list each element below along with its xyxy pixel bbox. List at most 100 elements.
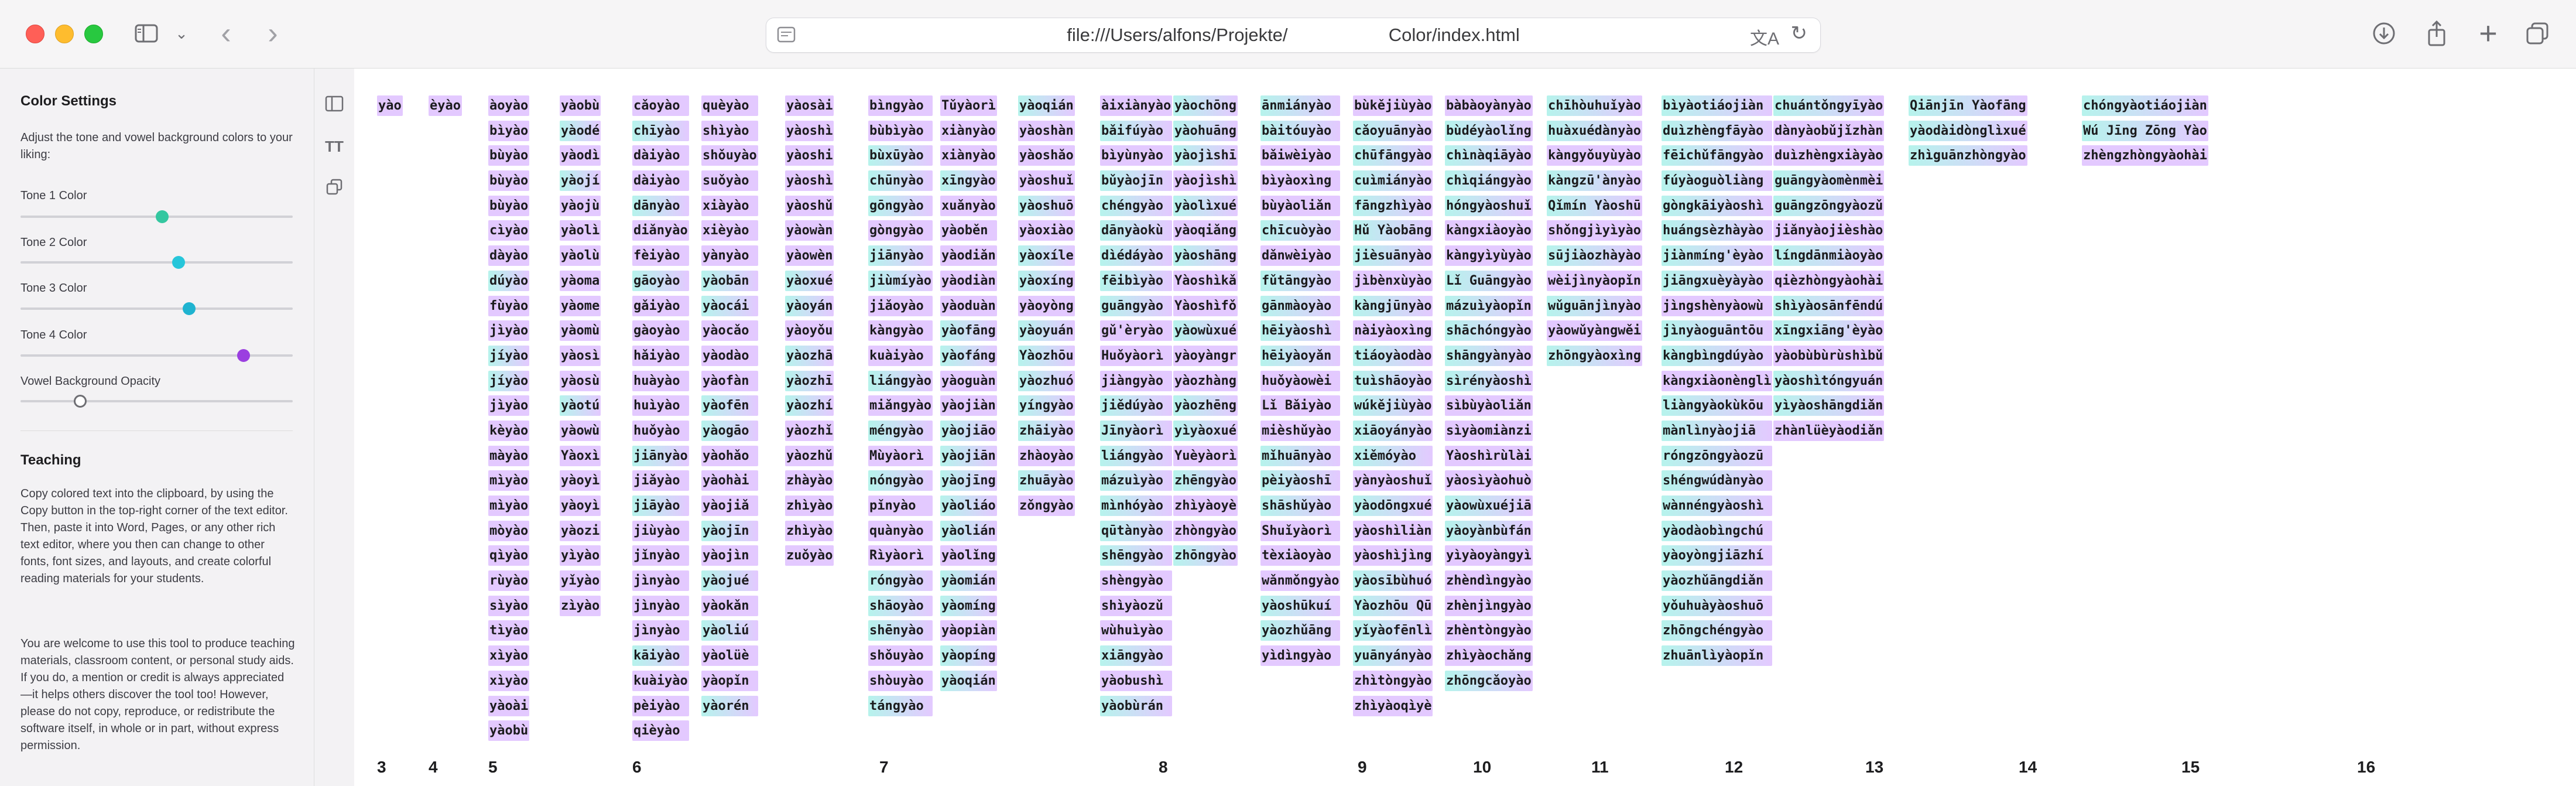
pinyin-word: yàoxíle xyxy=(1018,245,1075,266)
minimize-window-button[interactable] xyxy=(55,25,74,43)
pinyin-word: kāiyào xyxy=(632,645,689,667)
pinyin-word: Yàoshìrùlài xyxy=(1445,445,1533,466)
slider-thumb[interactable] xyxy=(155,210,169,223)
pinyin-word: yàopiàn xyxy=(940,620,997,641)
pinyin-word: kàngyào xyxy=(868,320,933,341)
share-icon[interactable] xyxy=(2423,18,2451,49)
pinyin-word: mànlìnyàojiā xyxy=(1662,420,1773,441)
pinyin-word: shēngyào xyxy=(1100,545,1173,566)
pinyin-word: jiǎnyàojièshào xyxy=(1773,220,1885,241)
pinyin-word: xìyào xyxy=(488,645,530,667)
slider-thumb[interactable] xyxy=(183,302,196,315)
pinyin-word: sìrényàoshì xyxy=(1445,370,1533,391)
column-number: 10 xyxy=(1473,758,1492,776)
download-icon[interactable] xyxy=(2370,18,2398,49)
pinyin-word: bìngyào xyxy=(868,95,933,116)
pinyin-word: yàolìxué xyxy=(1173,195,1238,216)
pinyin-word: yàoyàngr xyxy=(1173,345,1238,366)
pinyin-word: sìyàomiànzi xyxy=(1445,420,1533,441)
tool-rail: TT xyxy=(314,69,354,786)
pinyin-word: zhuāyào xyxy=(1018,470,1075,491)
pinyin-word: yǐyào xyxy=(560,570,601,592)
pinyin-word: gòngyào xyxy=(868,220,933,241)
pinyin-word: chīhòuhuǐyào xyxy=(1547,95,1642,116)
slider-thumb[interactable] xyxy=(74,395,87,408)
word-column: èyào xyxy=(429,95,462,121)
address-bar[interactable]: file:///Users/alfons/Projekte/ Color/ind… xyxy=(766,18,1821,53)
pinyin-word: yàodiàn xyxy=(940,270,997,291)
pinyin-word: wùhuìyào xyxy=(1100,620,1173,641)
tab-overview-icon[interactable] xyxy=(2523,18,2551,49)
pinyin-word: jiàngyào xyxy=(1100,370,1173,391)
pinyin-word: jìnyào xyxy=(632,595,689,616)
pinyin-word: xiāngyào xyxy=(1100,645,1173,667)
pinyin-word: yàozhǔāngdiǎn xyxy=(1662,570,1773,592)
word-column: chuántǒngyīyào dànyàobǔjǐzhàn duìzhèngxiày… xyxy=(1773,95,1885,446)
sidebar-panel-icon[interactable] xyxy=(323,92,346,115)
pinyin-word: yàomù xyxy=(560,320,601,341)
pinyin-word: yànyàoshuǐ xyxy=(1353,470,1433,491)
pinyin-word: sìyào xyxy=(488,595,530,616)
tone2-slider[interactable] xyxy=(20,256,293,269)
pinyin-word: yìyàoyàngyì xyxy=(1445,545,1533,566)
pinyin-word: gàoyào xyxy=(632,320,689,341)
chevron-down-icon[interactable]: ⌄ xyxy=(170,18,193,49)
pinyin-word: zhōngcǎoyào xyxy=(1445,670,1533,691)
pinyin-word: yàotú xyxy=(560,395,601,416)
tone3-slider[interactable] xyxy=(20,302,293,315)
pinyin-word: xìyào xyxy=(488,670,530,691)
pinyin-word: yàowù xyxy=(560,420,601,441)
pinyin-word: yàodé xyxy=(560,120,601,141)
pinyin-word: duìzhèngxiàyào xyxy=(1773,145,1885,166)
pinyin-word: shéngwúdànyào xyxy=(1662,470,1773,491)
pinyin-word: Jīnyàorì xyxy=(1100,420,1173,441)
pinyin-word: yàobùrán xyxy=(1100,695,1173,716)
copy-icon[interactable] xyxy=(323,175,346,199)
pinyin-word: yàoxué xyxy=(785,270,834,291)
pinyin-word: dúyào xyxy=(488,270,530,291)
pinyin-word: shìyào xyxy=(701,120,758,141)
forward-arrow-icon[interactable]: › xyxy=(261,16,285,50)
zoom-window-button[interactable] xyxy=(84,25,103,43)
pinyin-word: huàyào xyxy=(632,370,689,391)
pinyin-word: yàoshàn xyxy=(1018,120,1075,141)
pinyin-word: bǎiwèiyào xyxy=(1260,145,1341,166)
reload-icon[interactable]: ↻ xyxy=(1791,22,1808,45)
slider-thumb[interactable] xyxy=(237,349,251,362)
pinyin-word: yàojìshī xyxy=(1173,145,1238,166)
column-number: 9 xyxy=(1358,758,1367,776)
pinyin-word: jiùmíyào xyxy=(868,270,933,291)
pinyin-word: róngzōngyàozū xyxy=(1662,445,1773,466)
pinyin-word: chuántǒngyīyào xyxy=(1773,95,1885,116)
pinyin-word: Yàoshìfǒ xyxy=(1173,295,1238,316)
pinyin-word: huángsèzhàyào xyxy=(1662,220,1773,241)
pinyin-word: quànyào xyxy=(868,520,933,541)
pinyin-word: mázuìyàopǐn xyxy=(1445,295,1533,316)
pinyin-word: bùyàoliǎn xyxy=(1260,195,1341,216)
pinyin-word: zhènjìngyào xyxy=(1445,595,1533,616)
pinyin-word: yàosìyàohuò xyxy=(1445,470,1533,491)
pinyin-word: yàohài xyxy=(701,470,758,491)
pinyin-word: sìbùyàoliǎn xyxy=(1445,395,1533,416)
pinyin-word: yàozhēng xyxy=(1173,395,1238,416)
new-tab-plus-icon[interactable]: + xyxy=(2474,16,2502,51)
pinyin-word: shāchóngyào xyxy=(1445,320,1533,341)
tone1-slider[interactable] xyxy=(20,210,293,223)
pinyin-word: chìnàqiāyào xyxy=(1445,145,1533,166)
close-window-button[interactable] xyxy=(26,25,44,43)
pinyin-word: huìyào xyxy=(632,395,689,416)
column-number: 13 xyxy=(1865,758,1884,776)
pinyin-word: qìyào xyxy=(488,545,530,566)
tone4-slider[interactable] xyxy=(20,349,293,362)
sidebar-toggle-icon[interactable] xyxy=(132,18,160,49)
pinyin-word: shèngyào xyxy=(1100,570,1173,592)
pinyin-word: zhàoyào xyxy=(1018,445,1075,466)
pinyin-word: ānmiányào xyxy=(1260,95,1341,116)
back-arrow-icon[interactable]: ‹ xyxy=(214,16,238,50)
text-size-icon[interactable]: TT xyxy=(323,135,346,158)
vowel-opacity-slider[interactable] xyxy=(20,395,293,408)
translate-icon[interactable]: 文A xyxy=(1750,24,1779,50)
slider-thumb[interactable] xyxy=(172,256,185,269)
pinyin-word: mázuìyào xyxy=(1100,470,1173,491)
pinyin-word: fèiyào xyxy=(632,245,689,266)
